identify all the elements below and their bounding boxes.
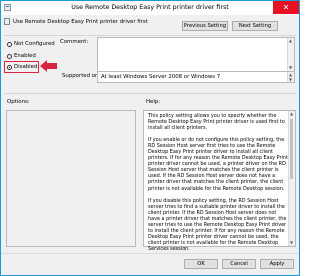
window-title: Use Remote Desktop Easy Print printer dr… bbox=[71, 4, 229, 11]
policy-setting-icon bbox=[4, 18, 10, 25]
supported-on-field: At least Windows Server 2008 or Windows … bbox=[97, 71, 295, 83]
help-paragraph: If you enable or do not configure this p… bbox=[148, 137, 288, 192]
help-pane: This policy setting allows you to specif… bbox=[143, 110, 296, 252]
apply-button[interactable]: Apply bbox=[260, 259, 294, 269]
options-pane bbox=[6, 110, 136, 247]
header-divider bbox=[4, 35, 296, 36]
section-divider bbox=[4, 93, 296, 94]
scroll-down-icon[interactable]: ▼ bbox=[289, 240, 294, 246]
radio-label: Enabled bbox=[14, 53, 36, 59]
help-scroll-thumb[interactable] bbox=[290, 119, 293, 179]
options-label: Options: bbox=[7, 99, 30, 105]
policy-dialog-window: Use Remote Desktop Easy Print printer dr… bbox=[0, 0, 300, 276]
annotation-arrow-icon bbox=[40, 60, 57, 72]
radio-dot[interactable] bbox=[7, 54, 12, 59]
title-bar: Use Remote Desktop Easy Print printer dr… bbox=[1, 1, 299, 15]
help-scrollbar[interactable]: ▲ ▼ bbox=[288, 111, 295, 246]
help-paragraph: If you disable this policy setting, the … bbox=[148, 197, 287, 252]
help-paragraph: This policy setting allows you to specif… bbox=[148, 113, 285, 132]
scroll-down-icon[interactable]: ▼ bbox=[288, 77, 293, 82]
annotation-highlight-box bbox=[4, 61, 39, 73]
comment-scrollbar[interactable]: ▲ ▼ bbox=[287, 38, 294, 71]
comment-label: Comment: bbox=[60, 39, 89, 45]
close-icon: ✕ bbox=[282, 3, 290, 12]
scroll-up-icon[interactable]: ▲ bbox=[289, 111, 294, 117]
comment-textarea[interactable]: ▲ ▼ bbox=[97, 37, 295, 72]
close-button[interactable]: ✕ bbox=[273, 1, 299, 14]
scroll-up-icon[interactable]: ▲ bbox=[288, 38, 293, 44]
footer-divider bbox=[1, 253, 299, 254]
supported-on-value: At least Windows Server 2008 or Windows … bbox=[101, 74, 221, 80]
supported-scrollbar[interactable]: ▲ ▼ bbox=[287, 72, 294, 82]
radio-dot[interactable] bbox=[7, 42, 12, 47]
radio-label: Not Configured bbox=[14, 41, 55, 47]
cancel-button[interactable]: Cancel bbox=[222, 259, 256, 269]
policy-name: Use Remote Desktop Easy Print printer dr… bbox=[13, 19, 148, 25]
ok-button[interactable]: OK bbox=[184, 259, 218, 269]
previous-setting-button[interactable]: Previous Setting bbox=[182, 21, 228, 31]
help-text: This policy setting allows you to specif… bbox=[148, 113, 288, 258]
supported-on-label: Supported on: bbox=[62, 73, 101, 79]
next-setting-button[interactable]: Next Setting bbox=[232, 21, 278, 31]
help-label: Help: bbox=[146, 99, 161, 105]
